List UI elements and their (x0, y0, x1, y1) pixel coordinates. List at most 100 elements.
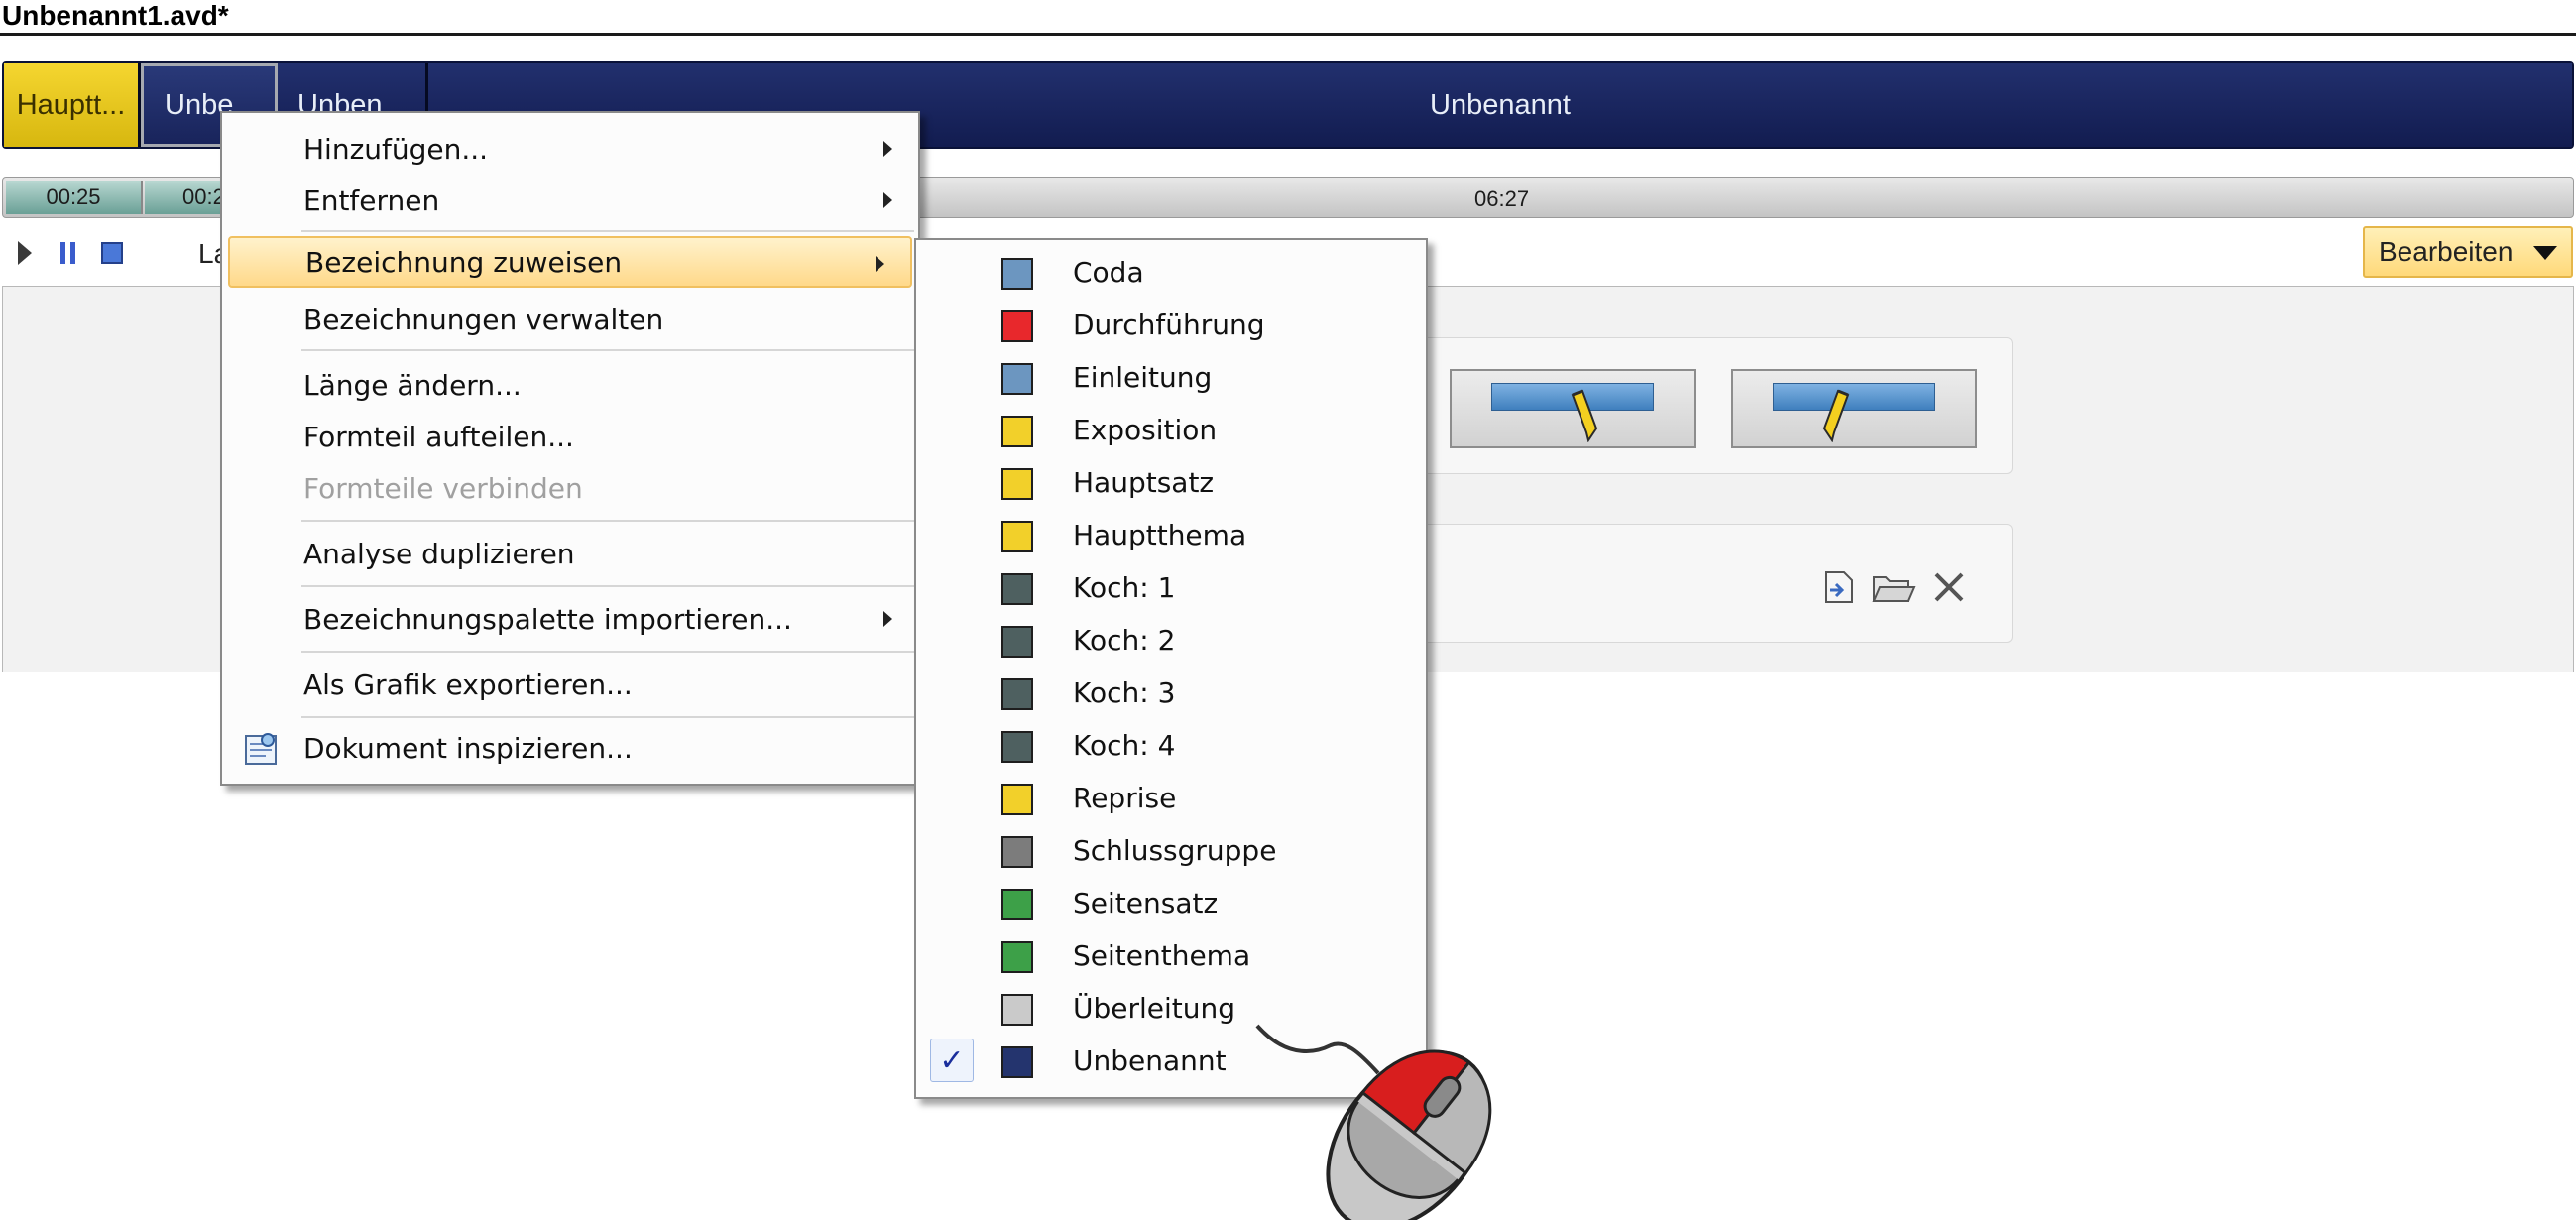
color-swatch (1001, 784, 1033, 815)
label-option-text: Koch: 4 (1073, 729, 1176, 762)
new-document-icon (1825, 571, 1853, 603)
submenu-arrow-icon (883, 141, 892, 157)
menu-item-label: Länge ändern... (303, 368, 522, 402)
label-option-text: Koch: 2 (1073, 624, 1176, 657)
label-option-koch-1[interactable]: Koch: 1 (916, 561, 1426, 614)
chevron-down-icon (2533, 246, 2557, 260)
menu-item-join-parts: Formteile verbinden (222, 462, 918, 514)
menu-item-label: Analyse duplizieren (303, 537, 575, 570)
label-option-hauptthema[interactable]: Hauptthema (916, 509, 1426, 561)
color-swatch (1001, 258, 1033, 290)
color-swatch (1001, 994, 1033, 1026)
label-option-seitensatz[interactable]: Seitensatz (916, 877, 1426, 929)
menu-separator (301, 651, 914, 653)
submenu-arrow-icon (883, 611, 892, 627)
timeline-segment-time: 00:2 (182, 184, 225, 209)
timeline-segment-time: 00:25 (46, 184, 101, 209)
label-option-hauptsatz[interactable]: Hauptsatz (916, 456, 1426, 509)
checkmark-icon: ✓ (930, 1039, 974, 1082)
label-option-schlussgruppe[interactable]: Schlussgruppe (916, 824, 1426, 877)
color-swatch (1001, 521, 1033, 552)
label-option-text: Schlussgruppe (1073, 834, 1277, 867)
color-swatch (1001, 678, 1033, 710)
pause-button[interactable] (54, 236, 83, 270)
label-option-koch-4[interactable]: Koch: 4 (916, 719, 1426, 772)
menu-item-label: Als Grafik exportieren... (303, 668, 633, 701)
form-part-label: Unbenannt (1430, 88, 1571, 121)
window-title: Unbenannt1.avd* (2, 0, 229, 31)
color-swatch (1001, 363, 1033, 395)
mouse-icon (1255, 1024, 1492, 1220)
new-document-button[interactable] (1816, 565, 1860, 609)
label-submenu: Coda Durchführung Einleitung Exposition … (914, 238, 1428, 1099)
label-option-koch-3[interactable]: Koch: 3 (916, 667, 1426, 719)
label-option-text: Koch: 1 (1073, 571, 1176, 604)
menu-item-label: Formteile verbinden (303, 471, 583, 505)
pause-icon (60, 242, 75, 264)
menu-item-label: Formteil aufteilen... (303, 420, 574, 453)
label-option-text: Durchführung (1073, 308, 1265, 341)
label-option-coda[interactable]: Coda (916, 246, 1426, 299)
menu-item-manage-labels[interactable]: Bezeichnungen verwalten (222, 294, 918, 345)
close-icon (1934, 572, 1964, 602)
color-swatch (1001, 731, 1033, 763)
delete-button[interactable] (1928, 565, 1971, 609)
label-option-text: Unbenannt (1073, 1044, 1227, 1077)
label-option-text: Seitenthema (1073, 939, 1251, 972)
label-option-text: Hauptthema (1073, 519, 1247, 551)
label-option-durchfuehrung[interactable]: Durchführung (916, 299, 1426, 351)
inspect-document-icon (245, 733, 277, 765)
color-swatch (1001, 310, 1033, 342)
open-folder-button[interactable] (1872, 565, 1916, 609)
color-swatch (1001, 468, 1033, 500)
label-option-text: Einleitung (1073, 361, 1213, 394)
menu-item-duplicate-analysis[interactable]: Analyse duplizieren (222, 528, 918, 579)
file-group (1388, 524, 2013, 643)
form-part-hauptthema[interactable]: Hauptt... (4, 63, 141, 147)
menu-separator (301, 230, 914, 232)
label-option-reprise[interactable]: Reprise (916, 772, 1426, 824)
label-option-koch-2[interactable]: Koch: 2 (916, 614, 1426, 667)
play-icon (18, 241, 32, 265)
stop-button[interactable] (97, 236, 127, 270)
menu-item-import-palette[interactable]: Bezeichnungspalette importieren... (222, 593, 918, 645)
edit-end-tool-button[interactable] (1731, 369, 1977, 448)
color-swatch (1001, 889, 1033, 920)
stop-icon (101, 242, 123, 264)
edit-dropdown-button[interactable]: Bearbeiten (2363, 226, 2573, 278)
color-swatch (1001, 626, 1033, 658)
label-option-seitenthema[interactable]: Seitenthema (916, 929, 1426, 982)
submenu-arrow-icon (883, 192, 892, 208)
menu-item-change-length[interactable]: Länge ändern... (222, 359, 918, 411)
menu-separator (301, 520, 914, 522)
timeline-total-time: 06:27 (1474, 186, 1530, 211)
label-option-einleitung[interactable]: Einleitung (916, 351, 1426, 404)
color-swatch (1001, 1046, 1033, 1078)
timeline-segment-1[interactable]: 00:25 (6, 181, 143, 214)
folder-open-icon (1872, 576, 1916, 602)
menu-item-add[interactable]: Hinzufügen... (222, 123, 918, 175)
color-swatch (1001, 416, 1033, 447)
menu-item-inspect-document[interactable]: Dokument inspizieren... (222, 722, 918, 774)
color-swatch (1001, 941, 1033, 973)
segment-bar-icon (1773, 383, 1935, 411)
label-option-text: Seitensatz (1073, 887, 1219, 919)
menu-item-remove[interactable]: Entfernen (222, 175, 918, 226)
menu-separator (301, 716, 914, 718)
submenu-arrow-icon (876, 256, 884, 272)
label-option-text: Coda (1073, 256, 1144, 289)
pencil-icon (1571, 389, 1598, 442)
menu-item-assign-label[interactable]: Bezeichnung zuweisen (228, 236, 912, 288)
label-option-text: Koch: 3 (1073, 676, 1176, 709)
menu-item-label: Bezeichnungen verwalten (303, 303, 664, 336)
label-option-text: Überleitung (1073, 992, 1236, 1025)
menu-item-label: Dokument inspizieren... (303, 731, 633, 765)
label-option-exposition[interactable]: Exposition (916, 404, 1426, 456)
pencil-icon (1822, 389, 1850, 442)
menu-item-split-part[interactable]: Formteil aufteilen... (222, 411, 918, 462)
color-swatch (1001, 836, 1033, 868)
edit-button-label: Bearbeiten (2379, 236, 2514, 267)
play-button[interactable] (10, 236, 40, 270)
edit-start-tool-button[interactable] (1450, 369, 1696, 448)
menu-item-export-graphic[interactable]: Als Grafik exportieren... (222, 659, 918, 710)
